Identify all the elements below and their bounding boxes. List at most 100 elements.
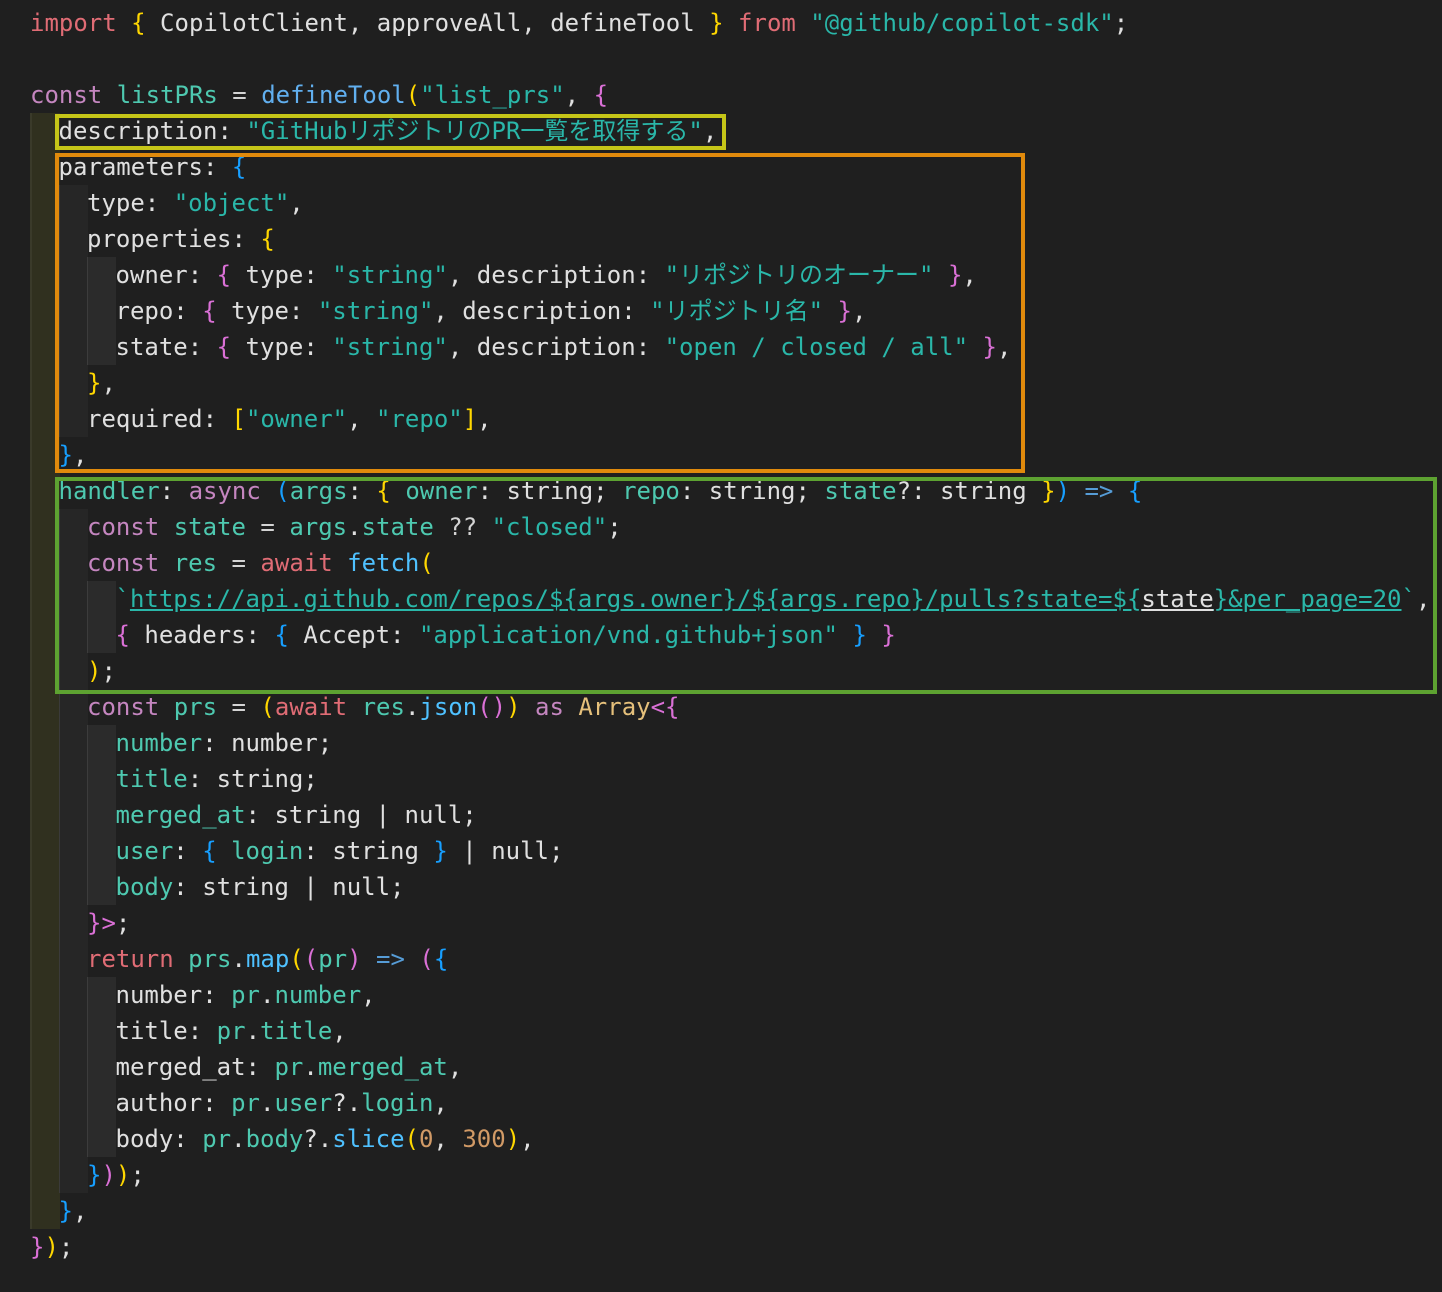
code-line[interactable]: body: pr.body?.slice(0, 300),	[116, 1121, 535, 1157]
code-token: ,	[477, 405, 492, 433]
code-token: :	[202, 405, 232, 433]
code-token: ??	[433, 513, 492, 541]
code-line[interactable]: number: pr.number,	[116, 977, 376, 1013]
code-token: number	[115, 729, 203, 757]
code-editor[interactable]: import { CopilotClient, approveAll, defi…	[0, 0, 1442, 1292]
code-token: required	[87, 405, 203, 433]
code-line[interactable]: type: "object",	[87, 185, 304, 221]
code-token: owner	[115, 261, 188, 289]
code-token: return	[87, 945, 174, 973]
code-token: fetch	[347, 549, 420, 577]
code-token: merged_at	[115, 801, 246, 829]
code-token: ,	[702, 117, 718, 145]
code-token: : string | null;	[245, 801, 477, 829]
code-line[interactable]: },	[59, 437, 88, 473]
code-token: {	[433, 945, 449, 973]
code-token: )	[101, 1161, 116, 1189]
code-line[interactable]: repo: { type: "string", description: "リポ…	[116, 293, 867, 329]
code-token: :	[187, 333, 217, 361]
code-line[interactable]: },	[87, 365, 116, 401]
code-line[interactable]: }>;	[87, 905, 130, 941]
code-line[interactable]: `https://api.github.com/repos/${args.own…	[116, 581, 1431, 617]
code-token: body:	[115, 1125, 203, 1153]
code-line[interactable]: merged_at: pr.merged_at,	[116, 1049, 463, 1085]
code-token: )	[505, 1125, 521, 1153]
code-token: "open / closed / all"	[664, 333, 969, 361]
code-line[interactable]: return prs.map((pr) => ({	[87, 941, 448, 977]
code-token: Array	[578, 693, 651, 721]
code-line[interactable]: const prs = (await res.json()) as Array<…	[87, 689, 680, 725]
code-token: =>	[376, 945, 405, 973]
code-token: owner	[405, 477, 478, 505]
code-token: ;	[115, 909, 131, 937]
code-token: : string;	[679, 477, 825, 505]
code-token: }	[58, 441, 73, 469]
code-token: }&per_page=20	[1213, 585, 1402, 613]
code-token: :	[347, 477, 377, 505]
code-token: prs	[173, 693, 218, 721]
code-line[interactable]: title: string;	[116, 761, 318, 797]
code-token: , description:	[447, 333, 665, 361]
code-token: ,	[564, 81, 594, 109]
code-line[interactable]: body: string | null;	[116, 869, 405, 905]
code-token: state	[824, 477, 897, 505]
code-line[interactable]: author: pr.user?.login,	[116, 1085, 448, 1121]
indent-guide	[58, 509, 88, 1193]
code-line[interactable]: user: { login: string } | null;	[116, 833, 564, 869]
code-token: body	[245, 1125, 304, 1153]
code-token: )	[1055, 477, 1071, 505]
code-line[interactable]: }));	[87, 1157, 145, 1193]
code-token: }	[947, 261, 963, 289]
code-line[interactable]: });	[30, 1229, 73, 1265]
code-token: .	[404, 693, 420, 721]
code-line[interactable]: description: "GitHubリポジトリのPR一覧を取得する",	[59, 113, 718, 149]
code-line[interactable]: const res = await fetch(	[87, 545, 434, 581]
code-token: }	[709, 9, 724, 37]
code-line[interactable]: const listPRs = defineTool("list_prs", {	[30, 77, 608, 113]
code-line[interactable]: );	[87, 653, 116, 689]
code-token: "string"	[332, 261, 448, 289]
code-line[interactable]: },	[59, 1193, 88, 1229]
code-line[interactable]: state: { type: "string", description: "o…	[116, 329, 1012, 365]
code-line[interactable]: title: pr.title,	[116, 1013, 347, 1049]
code-line[interactable]: { headers: { Accept: "application/vnd.gi…	[116, 617, 896, 653]
code-token: "list_prs"	[420, 81, 565, 109]
code-token: defineTool	[261, 81, 406, 109]
code-token: login	[361, 1089, 434, 1117]
code-line[interactable]: owner: { type: "string", description: "リ…	[116, 257, 977, 293]
code-token: }	[1041, 477, 1056, 505]
code-token: (	[289, 945, 304, 973]
code-token: , description:	[447, 261, 665, 289]
code-token: }	[87, 1161, 102, 1189]
code-token: (	[419, 945, 434, 973]
code-token: {	[216, 333, 232, 361]
code-line[interactable]: import { CopilotClient, approveAll, defi…	[30, 5, 1128, 41]
code-line[interactable]: const state = args.state ?? "closed";	[87, 509, 622, 545]
code-token: title	[260, 1017, 333, 1045]
code-line[interactable]: required: ["owner", "repo"],	[87, 401, 492, 437]
code-token: args	[289, 513, 348, 541]
code-line[interactable]: parameters: {	[59, 149, 247, 185]
code-token: body	[115, 873, 174, 901]
code-line[interactable]: merged_at: string | null;	[116, 797, 477, 833]
code-token: type:	[216, 297, 318, 325]
code-line[interactable]: number: number;	[116, 725, 333, 761]
code-token: =	[217, 81, 262, 109]
code-token: )	[44, 1233, 59, 1261]
code-token: )	[347, 945, 362, 973]
code-line[interactable]: handler: async (args: { owner: string; r…	[59, 473, 1143, 509]
code-token: number:	[115, 981, 232, 1009]
code-token: "owner"	[245, 405, 348, 433]
code-line[interactable]: properties: {	[87, 221, 275, 257]
code-token: merged_at:	[115, 1053, 275, 1081]
code-token: ,	[347, 405, 377, 433]
code-token: =	[217, 693, 261, 721]
code-token: }>	[87, 909, 116, 937]
